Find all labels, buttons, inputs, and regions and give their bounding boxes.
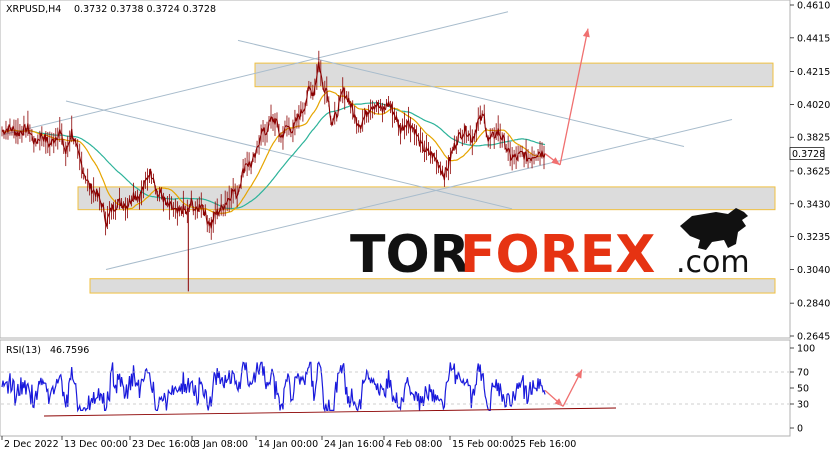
price-tick-label: 0.3625 [797, 166, 830, 177]
price-tick-label: 0.3235 [797, 232, 830, 243]
time-tick-label: 23 Dec 16:00 [132, 439, 196, 450]
price-tick-label: 0.2645 [797, 332, 830, 343]
price-tick-label: 0.4610 [797, 1, 830, 12]
rsi-tick-label: 30 [797, 400, 809, 411]
price-tick-label: 0.2840 [797, 299, 830, 310]
time-tick-label: 25 Feb 16:00 [514, 439, 576, 450]
time-tick-label: 15 Feb 00:00 [452, 439, 514, 450]
price-tick-label: 0.4020 [797, 100, 830, 111]
price-tick-label: 0.3040 [797, 265, 830, 276]
time-tick-label: 13 Dec 00:00 [64, 439, 128, 450]
time-tick-label: 3 Jan 08:00 [194, 439, 248, 450]
rsi-tick-label: 50 [797, 384, 809, 395]
time-axis: 2 Dec 2022 13 Dec 00:00 23 Dec 16:003 Jan … [1, 436, 576, 450]
price-zone [254, 62, 774, 88]
current-price-label: 0.3728 [792, 149, 825, 160]
rsi-panel [0, 339, 791, 437]
rsi-tick-label: 70 [797, 368, 809, 379]
rsi-tick-label: 100 [797, 344, 815, 355]
time-tick-label: 24 Jan 16:00 [324, 439, 384, 450]
price-tick-label: 0.4215 [797, 67, 830, 78]
rsi-label: RSI(13) [6, 345, 41, 356]
time-tick-label: 4 Feb 08:00 [386, 439, 442, 450]
rsi-tick-label: 0 [797, 424, 803, 435]
price-tick-label: 0.3825 [797, 133, 830, 144]
logo-forex: FOREX [460, 225, 655, 285]
logo-com: .com [676, 245, 750, 280]
current-price-tag: 0.3728 [789, 147, 825, 160]
price-tick-label: 0.4415 [797, 33, 830, 44]
ohlc-readout: 0.3732 0.3738 0.3724 0.3728 [74, 4, 216, 15]
time-tick-label: 14 Jan 00:00 [258, 439, 318, 450]
time-tick-label: 2 Dec 2022 [4, 439, 59, 450]
symbol-timeframe: XRPUSD,H4 [6, 4, 61, 15]
price-axis: 0.4610 0.4415 0.4215 0.4020 0.3825 0.3625 0.34… [790, 1, 830, 343]
logo-tor: TOR [350, 225, 470, 285]
price-chart: 0.4610 0.4415 0.4215 0.4020 0.3825 0.3625 0.34… [0, 0, 830, 450]
price-tick-label: 0.3430 [797, 199, 830, 210]
rsi-value: 46.7596 [50, 345, 89, 356]
